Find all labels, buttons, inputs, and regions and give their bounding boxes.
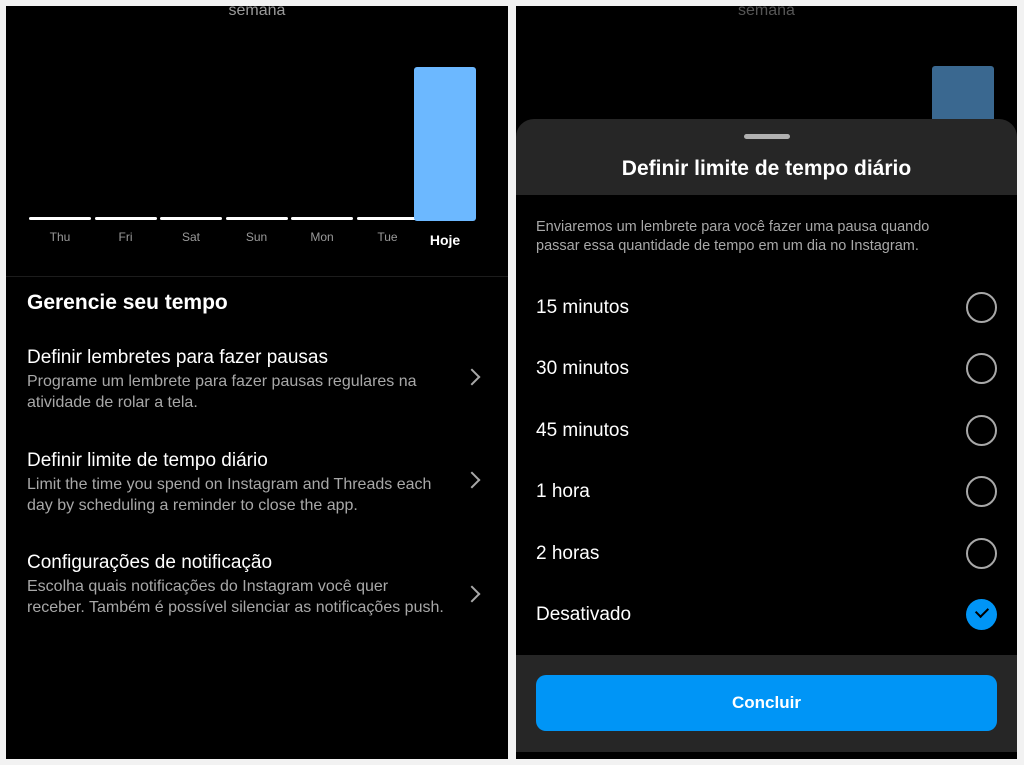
radio-icon[interactable] bbox=[966, 353, 997, 385]
tick-label: Tue bbox=[377, 230, 398, 244]
left-screen: semana Thu Fri Sat Sun Mon Tue Hoje Gerencie s… bbox=[6, 6, 508, 759]
divider bbox=[6, 276, 508, 277]
daily-limit-sheet: Definir limite de tempo diário Enviaremo… bbox=[516, 119, 1017, 759]
option-row[interactable]: 15 minutos bbox=[516, 285, 1017, 335]
sheet-header: Definir limite de tempo diário bbox=[516, 119, 1017, 195]
sheet-description: Enviaremos um lembrete para você fazer u… bbox=[536, 219, 930, 254]
chevron-right-icon bbox=[463, 368, 481, 386]
item-description: Escolha quais notificações do Instagram … bbox=[27, 578, 444, 616]
break-reminders-item[interactable]: Definir lembretes para fazer pausas Prog… bbox=[6, 347, 508, 427]
bar-tue bbox=[356, 217, 419, 220]
tick-label: Mon bbox=[310, 230, 334, 244]
radio-icon[interactable] bbox=[966, 292, 997, 323]
option-row[interactable]: Desativado bbox=[516, 592, 1017, 642]
bar-thu bbox=[29, 217, 91, 220]
item-description: Programe um lembrete para fazer pausas r… bbox=[27, 373, 417, 411]
radio-checked-icon[interactable] bbox=[966, 599, 997, 630]
option-row[interactable]: 30 minutos bbox=[516, 346, 1017, 396]
radio-icon[interactable] bbox=[966, 537, 997, 569]
bar-sun bbox=[225, 217, 288, 220]
radio-icon[interactable] bbox=[966, 414, 997, 446]
tick-label: Sun bbox=[245, 230, 268, 244]
radio-icon[interactable] bbox=[966, 476, 997, 508]
daily-limit-item[interactable]: Definir limite de tempo diário Limit the… bbox=[6, 450, 508, 530]
notification-settings-item[interactable]: Configurações de notificação Escolha qua… bbox=[6, 552, 508, 652]
tick-label: Thu bbox=[49, 230, 71, 244]
tick-label: Hoje bbox=[429, 232, 461, 248]
option-label: 2 horas bbox=[536, 542, 600, 564]
chart-header: semana bbox=[738, 6, 795, 19]
option-label: 45 minutos bbox=[536, 419, 629, 441]
option-row[interactable]: 2 horas bbox=[516, 531, 1017, 581]
concluir-button[interactable]: Concluir bbox=[536, 675, 997, 731]
chevron-right-icon bbox=[463, 585, 481, 603]
chart-header: semana bbox=[228, 6, 286, 19]
option-label: 15 minutos bbox=[536, 297, 629, 318]
section-title: Gerencie seu tempo bbox=[27, 291, 228, 314]
drag-handle[interactable] bbox=[744, 134, 790, 139]
option-row[interactable]: 45 minutos bbox=[516, 408, 1017, 458]
chevron-right-icon bbox=[463, 471, 481, 489]
bar-sat bbox=[160, 217, 222, 220]
bar-hoje bbox=[414, 67, 476, 221]
option-row[interactable]: 1 hora bbox=[516, 469, 1017, 519]
sheet-title: Definir limite de tempo diário bbox=[621, 157, 912, 180]
item-title: Definir limite de tempo diário bbox=[27, 450, 268, 471]
option-label: 30 minutos bbox=[536, 358, 629, 380]
item-title: Configurações de notificação bbox=[27, 552, 273, 573]
option-label: Desativado bbox=[536, 604, 632, 625]
bar-fri bbox=[94, 217, 157, 220]
tick-label: Fri bbox=[118, 230, 133, 244]
sheet-footer: Concluir bbox=[516, 655, 1017, 752]
option-label: 1 hora bbox=[536, 481, 590, 503]
item-description: Limit the time you spend on Instagram an… bbox=[27, 476, 432, 514]
right-screen: semana Definir limite de tempo diário En… bbox=[516, 6, 1017, 759]
bar-mon bbox=[291, 217, 353, 220]
tick-label: Sat bbox=[181, 230, 200, 244]
item-title: Definir lembretes para fazer pausas bbox=[27, 347, 328, 368]
